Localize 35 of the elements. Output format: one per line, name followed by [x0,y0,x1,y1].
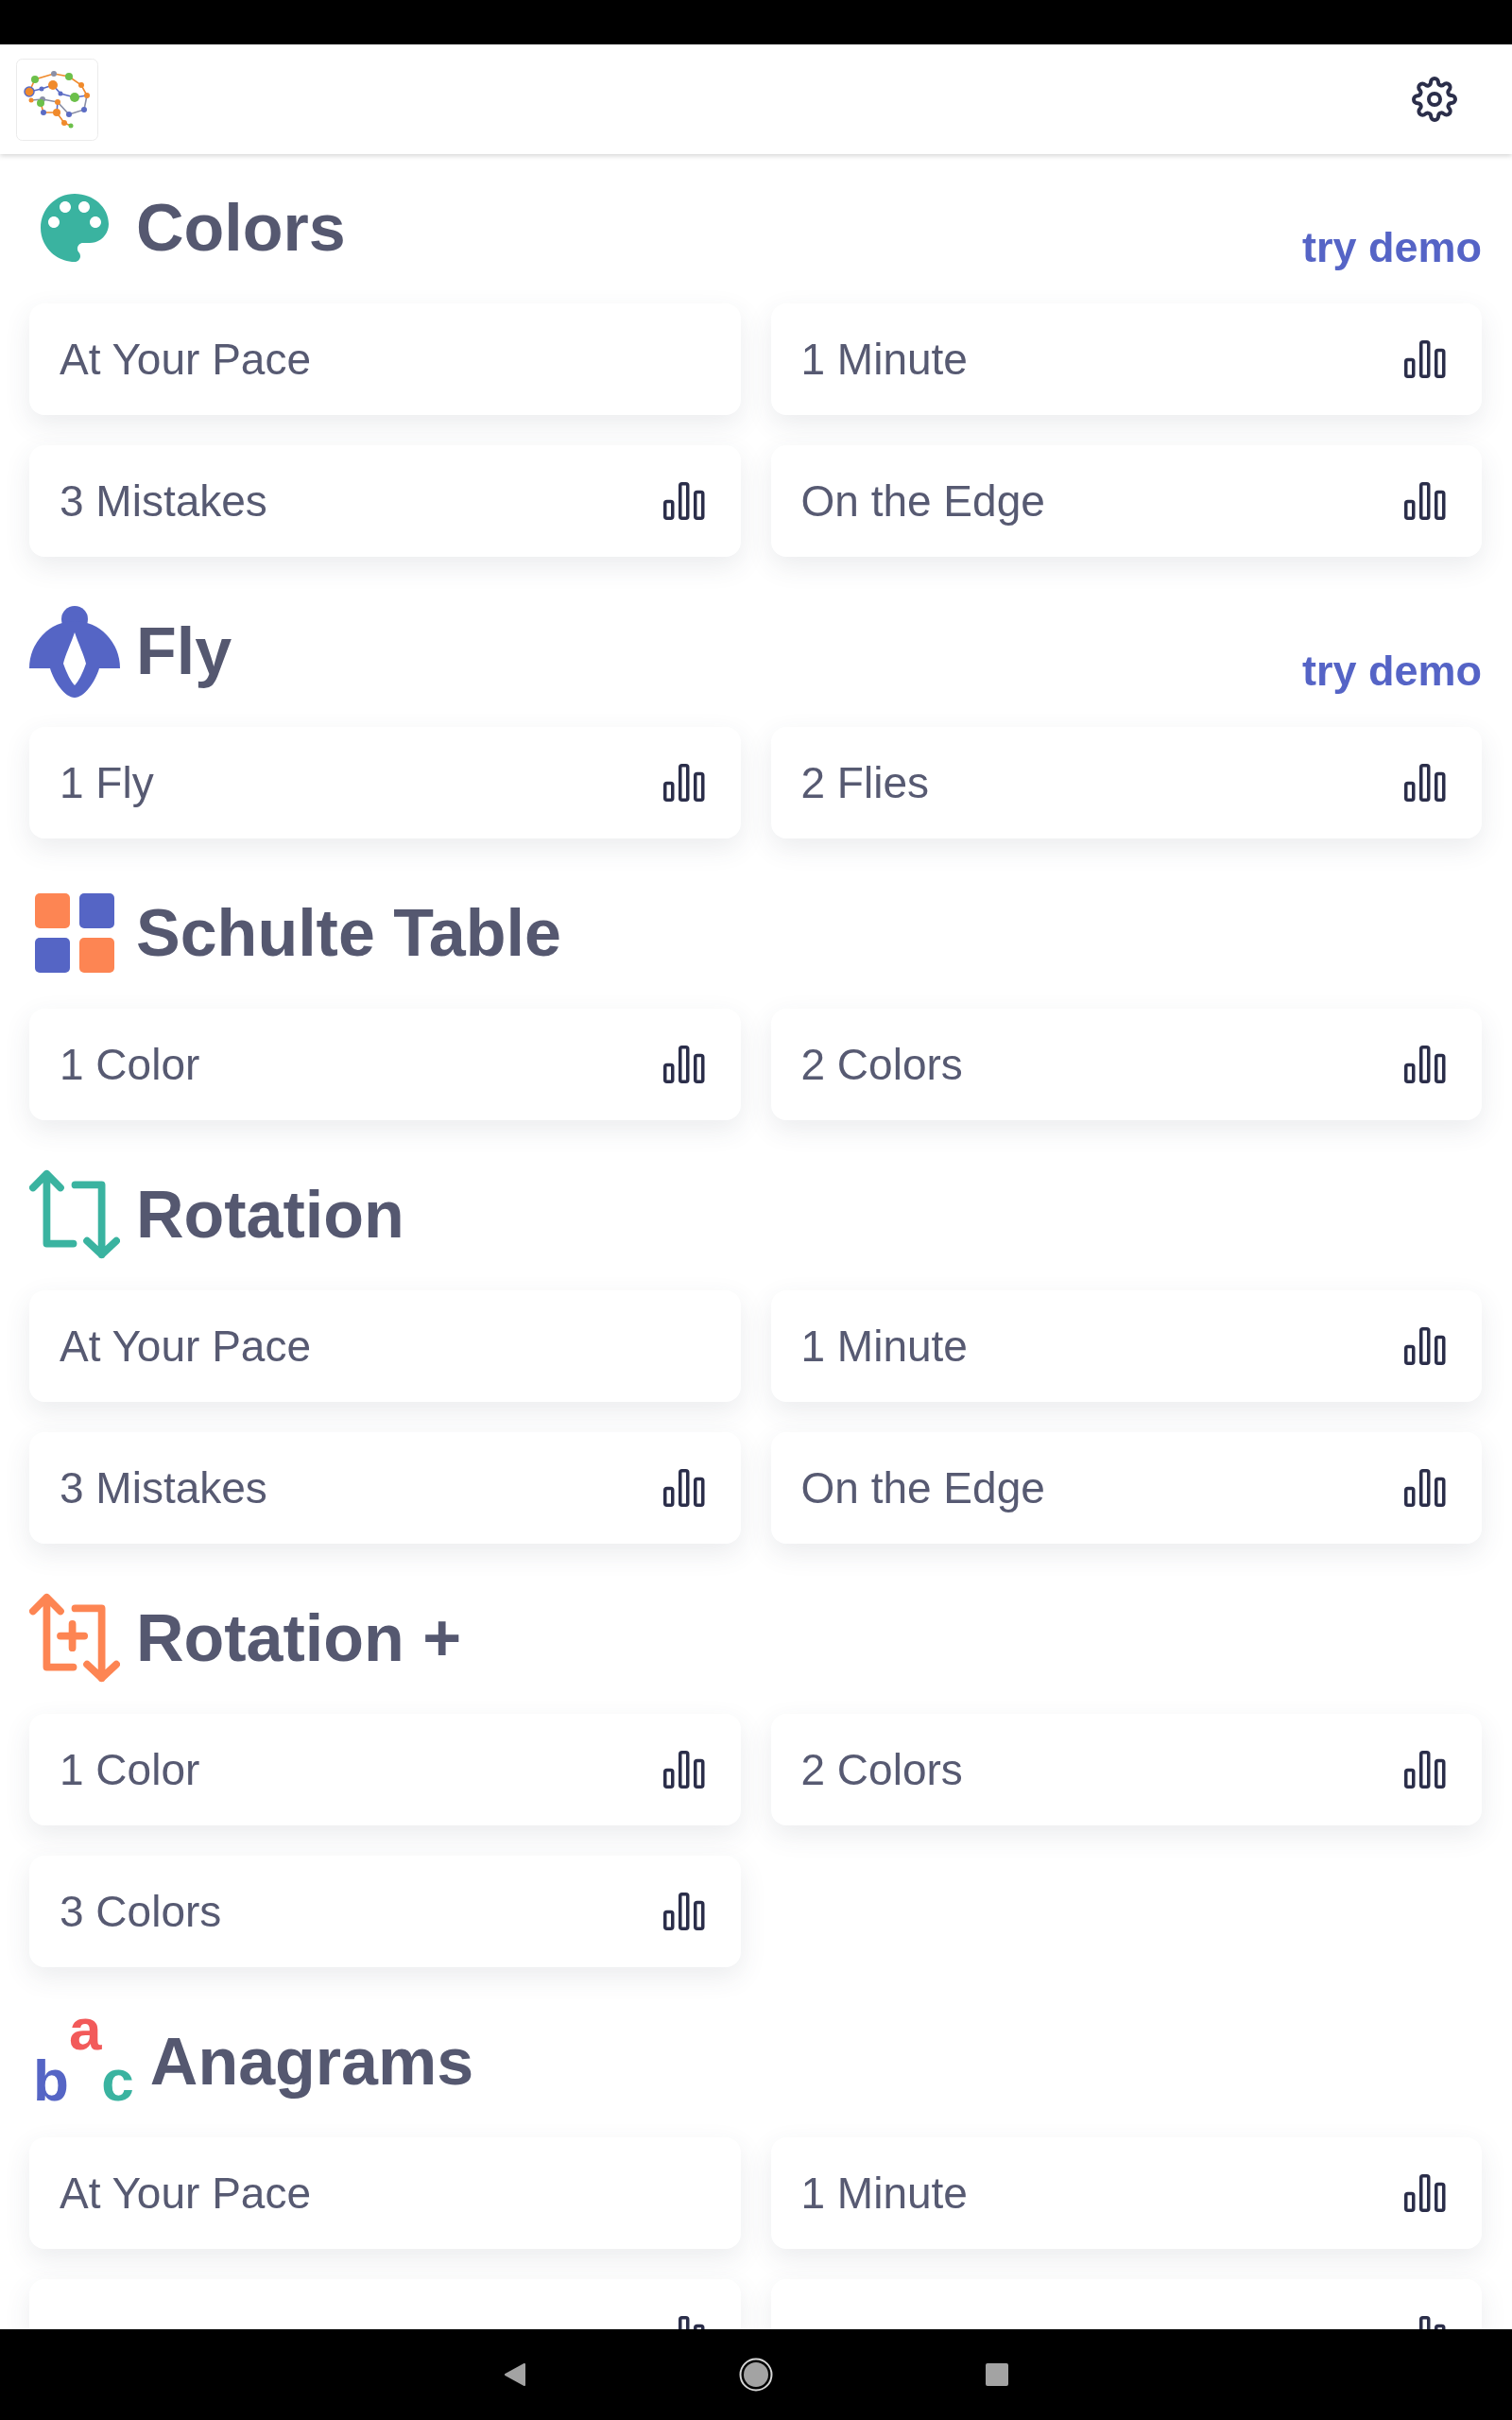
section-title: Rotation + [136,1605,462,1671]
mode-button[interactable]: At Your Pace [29,2137,741,2249]
icon-letter: a [68,2007,102,2052]
mode-button[interactable]: 1 Minute [770,1290,1482,1402]
mode-button[interactable]: 1 Minute [770,2137,1482,2249]
mode-button[interactable]: 2 Flies [770,727,1482,838]
home-icon[interactable] [739,2358,773,2392]
mode-button[interactable]: At Your Pace [29,1290,741,1402]
try-demo-link[interactable]: try demo [1301,222,1482,273]
mode-button[interactable]: 1 Minute [770,303,1482,415]
mode-button[interactable]: 1 Color [29,1714,741,1825]
mode-button[interactable]: 3 Mistakes [29,1432,741,1544]
squares-grid-icon [35,893,114,973]
rotate-arrows-icon [29,1169,120,1260]
mode-button[interactable]: 1 Color [29,1009,741,1120]
icon-letter: c [101,2058,134,2103]
brain-logo-icon[interactable] [16,58,98,141]
mode-button[interactable]: 3 Mistakes [29,445,741,557]
mode-button[interactable]: 2 Colors [770,1714,1482,1825]
mode-button[interactable]: 1 Fly [29,727,741,838]
icon-letter: b [33,2058,69,2103]
section-title: Rotation [136,1182,404,1248]
mode-button[interactable]: 3 Colors [29,1856,741,1967]
mode-button[interactable]: 2 Colors [770,1009,1482,1120]
mode-button[interactable]: On the Edge [770,445,1482,557]
palette-icon [41,194,109,262]
back-icon[interactable] [504,2363,526,2386]
rotate-plus-icon [29,1593,120,1684]
section-title: Colors [136,195,346,261]
settings-icon[interactable] [1412,77,1457,122]
try-demo-link[interactable]: try demo [1301,646,1482,697]
mode-button[interactable]: At Your Pace [29,303,741,415]
fly-icon [29,605,120,698]
mode-button[interactable]: On the Edge [770,1432,1482,1544]
section-title: Schulte Table [136,900,561,966]
